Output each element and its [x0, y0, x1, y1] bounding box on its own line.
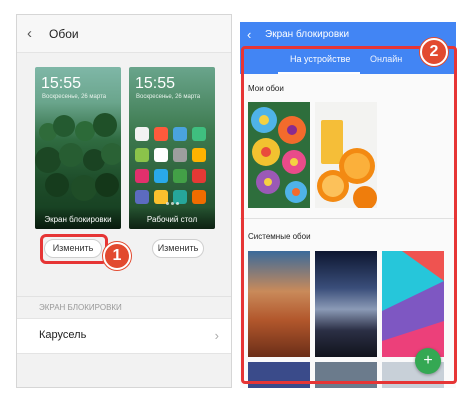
- app-icon: [192, 127, 206, 141]
- highlight-box-step1: [40, 234, 108, 264]
- app-header: ‹ Обои: [17, 15, 231, 53]
- app-icon: [154, 148, 168, 162]
- change-home-wallpaper-button[interactable]: Изменить: [152, 239, 204, 258]
- back-arrow-icon[interactable]: ‹: [27, 26, 49, 41]
- section-header: ЭКРАН БЛОКИРОВКИ: [39, 303, 122, 312]
- app-icon: [173, 148, 187, 162]
- lock-preview-caption: Экран блокировки: [35, 207, 121, 229]
- app-icon: [173, 127, 187, 141]
- clock-time: 15:55: [41, 75, 82, 92]
- app-icon: [135, 169, 149, 183]
- section-divider: [17, 296, 231, 297]
- app-icon: [154, 169, 168, 183]
- highlight-box-step2: [241, 46, 457, 384]
- step-badge-2: 2: [420, 38, 448, 66]
- carousel-label: Карусель: [39, 329, 87, 341]
- clock-time: 15:55: [135, 75, 176, 92]
- app-icon: [173, 169, 187, 183]
- app-icon: [192, 148, 206, 162]
- chevron-right-icon: ›: [214, 328, 219, 343]
- page-indicator: [129, 202, 215, 205]
- carousel-setting-row[interactable]: Карусель ›: [17, 318, 231, 354]
- clock-date: Воскресенье, 26 марта: [42, 94, 107, 100]
- home-preview-caption: Рабочий стол: [129, 207, 215, 229]
- back-arrow-icon[interactable]: ‹: [247, 27, 265, 42]
- app-icon: [135, 127, 149, 141]
- page-title: Экран блокировки: [265, 28, 350, 40]
- forest-image: [35, 113, 121, 203]
- app-icon: [192, 169, 206, 183]
- lock-screen-preview[interactable]: 15:55 Воскресенье, 26 марта Экран блокир…: [35, 67, 121, 229]
- home-screen-preview[interactable]: 15:55 Воскресенье, 26 марта Рабочий стол: [129, 67, 215, 229]
- app-icon: [154, 127, 168, 141]
- app-icon: [135, 148, 149, 162]
- wallpaper-previews: 15:55 Воскресенье, 26 марта Экран блокир…: [35, 67, 215, 239]
- wallpapers-screen: ‹ Обои 15:55 Воскресенье, 26 марта Экран…: [16, 14, 232, 388]
- step-badge-1: 1: [103, 242, 131, 270]
- clock-date: Воскресенье, 26 марта: [136, 94, 201, 100]
- app-icon-grid: [135, 127, 209, 204]
- page-title: Обои: [49, 26, 79, 41]
